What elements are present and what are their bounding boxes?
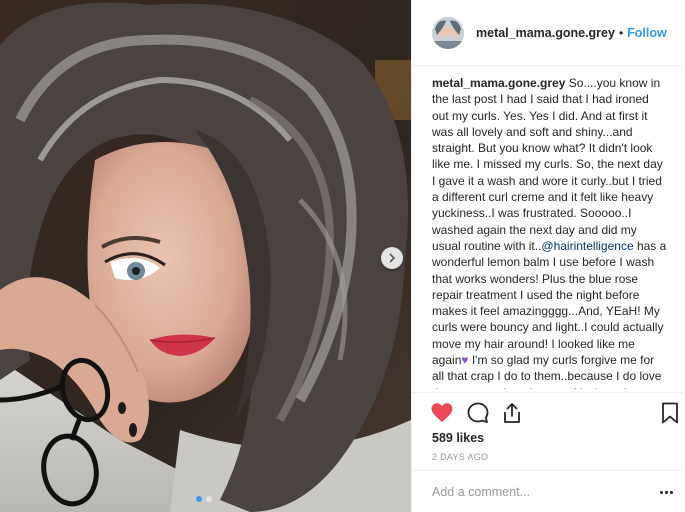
caption-text: So....you know in the last post I had I … [432, 76, 663, 253]
share-button[interactable] [500, 401, 524, 425]
more-options-icon[interactable] [660, 491, 676, 495]
caption-username[interactable]: metal_mama.gone.grey [432, 76, 565, 90]
carousel-dot-active [196, 496, 202, 502]
header-username[interactable]: metal_mama.gone.grey [476, 26, 615, 40]
next-slide-button[interactable] [381, 247, 403, 269]
chevron-right-icon [389, 253, 396, 263]
bookmark-icon [662, 402, 678, 424]
comment-button[interactable] [466, 401, 490, 425]
carousel-dot [206, 496, 212, 502]
post-header: metal_mama.gone.grey • Follow [412, 0, 685, 66]
avatar-image [432, 16, 464, 49]
share-icon [504, 403, 520, 423]
comment-icon [467, 402, 489, 423]
carousel-indicator [196, 496, 212, 502]
caption-mention-link[interactable]: @hairintelligence [541, 239, 633, 253]
like-button[interactable] [430, 401, 454, 425]
post-caption: metal_mama.gone.grey So....you know in t… [432, 75, 668, 389]
comment-bar [412, 470, 685, 512]
post-side-panel: metal_mama.gone.grey • Follow metal_mama… [411, 0, 685, 512]
portrait-image [0, 0, 411, 512]
post-photo[interactable] [0, 0, 411, 512]
avatar[interactable] [432, 16, 464, 49]
likes-count[interactable]: 589 likes [432, 431, 484, 445]
header-separator: • [618, 25, 624, 40]
save-button[interactable] [658, 401, 682, 425]
purple-heart-emoji: ♥ [461, 353, 469, 368]
follow-button[interactable]: Follow [627, 26, 667, 40]
comment-input[interactable] [430, 481, 644, 503]
action-bar [412, 392, 685, 432]
caption-text-continued: has a wonderful lemon balm I use before … [432, 238, 667, 368]
heart-icon [431, 403, 453, 422]
post-date[interactable]: 2 DAYS AGO [432, 452, 488, 462]
